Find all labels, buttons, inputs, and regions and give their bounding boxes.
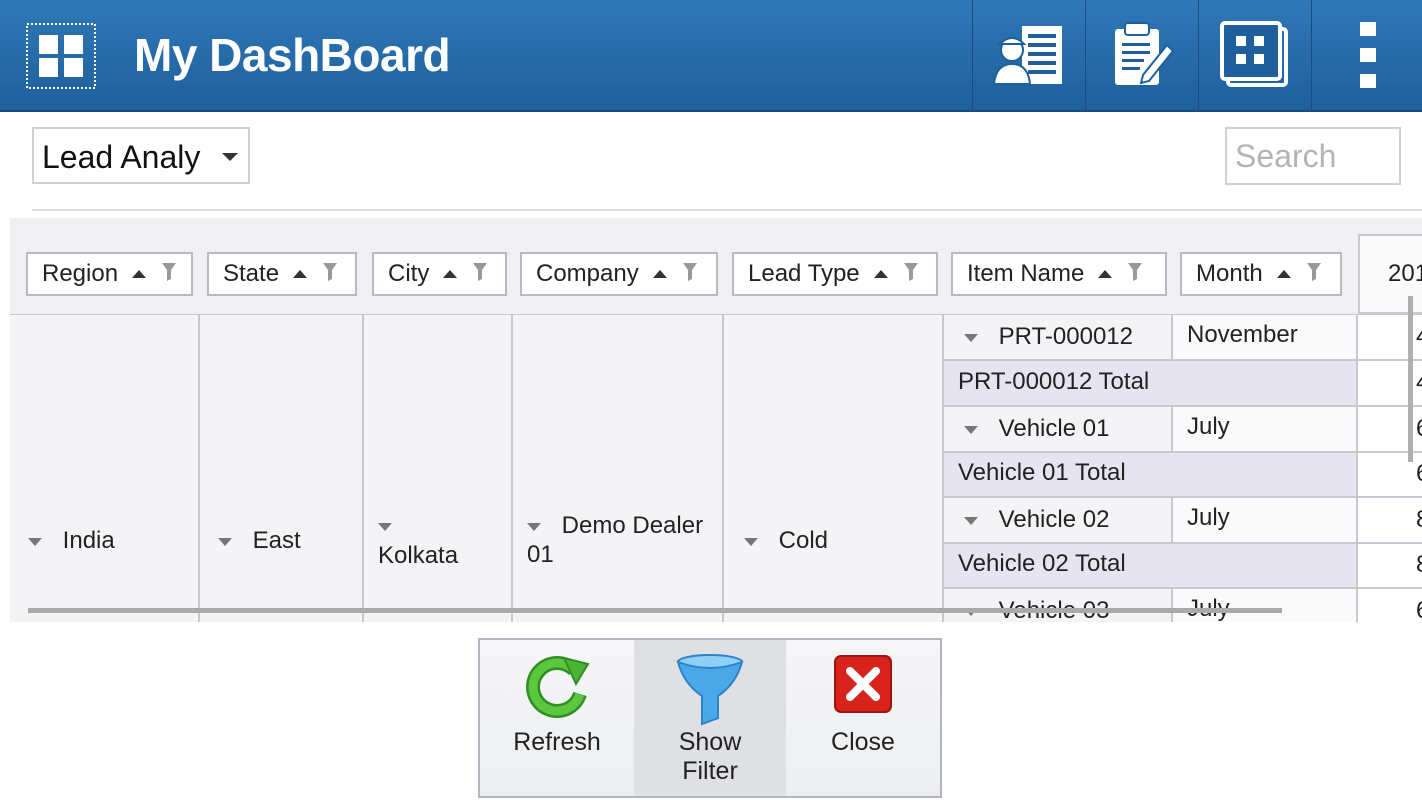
field-chip-lead-type[interactable]: Lead Type [732, 252, 938, 296]
field-chip-label: City [388, 260, 430, 287]
report-select-value: Lead Analy [42, 139, 201, 175]
vertical-scrollbar[interactable] [1408, 296, 1413, 462]
table-row-total[interactable]: Vehicle 02 Total [944, 544, 1358, 589]
collapse-icon[interactable] [527, 522, 541, 531]
divider [32, 209, 1422, 211]
sort-asc-icon[interactable] [293, 270, 308, 278]
overflow-menu-icon [1360, 22, 1376, 88]
report-select-dropdown[interactable]: Lead Analy [32, 127, 250, 184]
sort-asc-icon[interactable] [652, 270, 667, 278]
sort-asc-icon[interactable] [1098, 270, 1113, 278]
dashboard-grid-button[interactable] [1198, 0, 1311, 110]
show-filter-label: Show Filter [678, 728, 742, 785]
show-filter-button[interactable]: Show Filter [634, 640, 786, 796]
overflow-menu-button[interactable] [1311, 0, 1422, 110]
row-group-region[interactable]: India [10, 315, 200, 622]
row-group-city[interactable]: Kolkata [364, 315, 513, 622]
table-cell-value: 8 [1358, 498, 1422, 544]
pivot-grid[interactable]: Region State City Company Lead Type Item… [10, 218, 1422, 622]
filter-icon[interactable] [162, 260, 177, 288]
filter-icon[interactable] [682, 260, 697, 288]
field-chip-month[interactable]: Month [1180, 252, 1342, 296]
refresh-button[interactable]: Refresh [480, 640, 634, 796]
field-chip-label: Region [42, 260, 119, 287]
field-chip-item-name[interactable]: Item Name [951, 252, 1167, 296]
table-cell-value: 8 [1358, 544, 1422, 589]
action-toolbar: Refresh Show Filter Close [478, 638, 942, 798]
sort-asc-icon[interactable] [873, 270, 888, 278]
row-group-lead-type[interactable]: Cold [724, 315, 944, 622]
row-group-state[interactable]: East [200, 315, 364, 622]
filter-icon[interactable] [903, 260, 918, 288]
close-button[interactable]: Close [786, 640, 940, 796]
table-row-item[interactable]: PRT-000012 [944, 315, 1173, 361]
field-chip-state[interactable]: State [207, 252, 357, 296]
employee-report-icon [992, 22, 1066, 88]
table-row-total[interactable]: PRT-000012 Total [944, 361, 1358, 407]
field-chip-label: Company [536, 260, 639, 287]
table-cell-month: July [1173, 589, 1358, 622]
field-chip-city[interactable]: City [372, 252, 507, 296]
table-cell-month: July [1173, 498, 1358, 544]
table-cell-month: July [1173, 407, 1358, 453]
field-chip-company[interactable]: Company [520, 252, 718, 296]
search-input[interactable] [1225, 127, 1401, 185]
table-row-total[interactable]: Vehicle 01 Total [944, 453, 1358, 498]
horizontal-scrollbar[interactable] [28, 608, 1282, 613]
refresh-label: Refresh [513, 728, 601, 756]
field-chip-label: State [223, 260, 280, 287]
collapse-icon[interactable] [744, 537, 758, 546]
table-row-item[interactable]: Vehicle 02 [944, 498, 1173, 544]
row-group-company[interactable]: Demo Dealer 01 [513, 315, 724, 622]
table-row-item[interactable]: Vehicle 03 [944, 589, 1173, 622]
clipboard-edit-button[interactable] [1085, 0, 1198, 110]
collapse-icon[interactable] [964, 425, 978, 434]
refresh-icon [524, 654, 590, 725]
collapse-icon[interactable] [964, 516, 978, 525]
collapse-icon[interactable] [28, 537, 42, 546]
clipboard-edit-icon [1109, 21, 1175, 89]
filter-icon[interactable] [1306, 260, 1321, 288]
field-chip-label: Lead Type [748, 260, 860, 287]
dashboard-grid-icon [1220, 21, 1290, 89]
close-label: Close [831, 728, 895, 756]
funnel-filter-icon [676, 654, 744, 733]
filter-icon[interactable] [473, 260, 488, 288]
table-cell-month: November [1173, 315, 1358, 361]
table-cell-value: 6 [1358, 589, 1422, 622]
sort-asc-icon[interactable] [443, 270, 458, 278]
collapse-icon[interactable] [378, 522, 392, 531]
collapse-icon[interactable] [964, 333, 978, 342]
filter-icon[interactable] [323, 260, 338, 288]
chevron-down-icon [222, 153, 238, 161]
field-chip-label: Item Name [967, 260, 1085, 287]
collapse-icon[interactable] [218, 537, 232, 546]
sort-asc-icon[interactable] [1276, 270, 1291, 278]
app-header: My DashBoard [0, 0, 1422, 112]
table-row-item[interactable]: Vehicle 01 [944, 407, 1173, 453]
field-chip-region[interactable]: Region [26, 252, 193, 296]
employee-report-button[interactable] [972, 0, 1085, 110]
filter-icon[interactable] [1128, 260, 1143, 288]
page-title: My DashBoard [134, 29, 451, 81]
field-chip-label: Month [1196, 260, 1263, 287]
grid-menu-icon[interactable] [26, 23, 96, 89]
sort-asc-icon[interactable] [132, 270, 147, 278]
close-icon [833, 654, 893, 721]
